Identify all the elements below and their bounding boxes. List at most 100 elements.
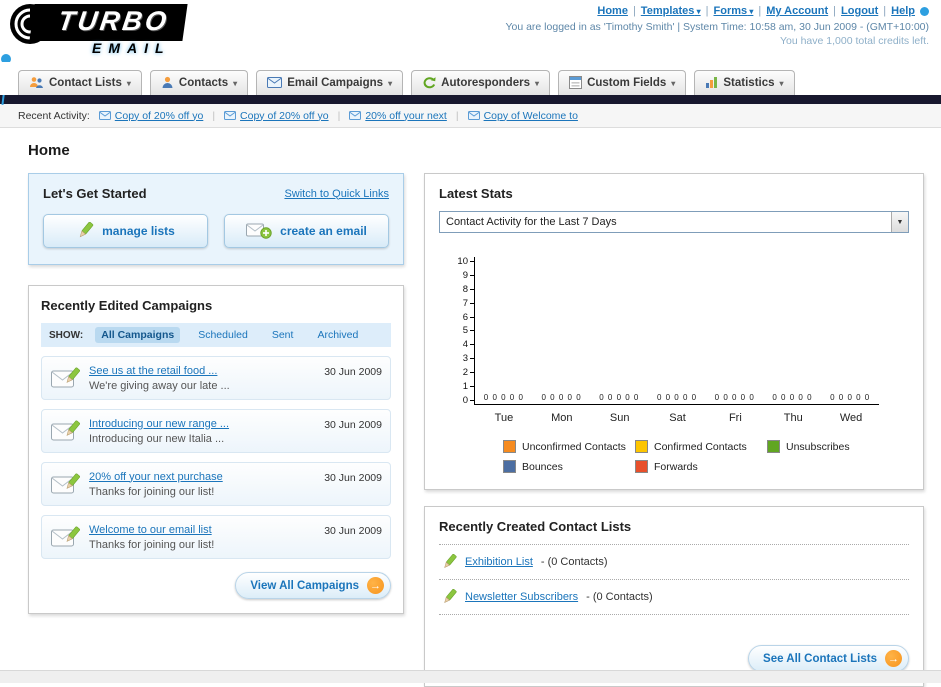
campaign-row: 20% off your next purchase Thanks for jo… <box>41 462 391 506</box>
see-all-contact-lists-label: See All Contact Lists <box>763 652 877 665</box>
header: TURBO EMAIL Home Templates Forms My Acco… <box>0 0 941 105</box>
tab-statistics[interactable]: Statistics <box>694 70 795 95</box>
contact-list-link[interactable]: Newsletter Subscribers <box>465 591 578 603</box>
manage-lists-button[interactable]: manage lists <box>43 214 208 248</box>
envelope-icon <box>98 111 111 120</box>
chevron-down-icon <box>535 77 539 89</box>
legend-label: Forwards <box>654 460 698 473</box>
statistics-icon <box>705 76 718 89</box>
see-all-contact-lists-button[interactable]: See All Contact Lists → <box>748 645 909 672</box>
legend-label: Confirmed Contacts <box>654 440 747 453</box>
bar-value-group: 0 0 0 0 0 <box>599 393 640 402</box>
recent-activity-item[interactable]: 20% off your next <box>349 110 447 122</box>
chevron-down-icon <box>780 77 784 89</box>
campaign-title-link[interactable]: 20% off your next purchase <box>89 471 223 483</box>
view-all-campaigns-label: View All Campaigns <box>250 579 359 592</box>
credits-info: You have 1,000 total credits left. <box>779 35 929 47</box>
nav-divider-bar <box>0 95 941 104</box>
legend-swatch <box>635 440 648 453</box>
campaign-date: 30 Jun 2009 <box>324 419 382 431</box>
bar-value-group: 0 0 0 0 0 <box>656 393 698 402</box>
y-tick: 7 <box>463 298 474 308</box>
y-tick: 9 <box>463 271 474 281</box>
recent-activity-item[interactable]: Copy of Welcome to <box>467 109 578 122</box>
envelope-icon <box>467 111 480 120</box>
recent-activity-item[interactable]: Copy of 20% off yo <box>224 110 329 122</box>
contact-list-count: - (0 Contacts) <box>540 556 608 568</box>
x-tick: Sun <box>609 412 630 424</box>
filter-scheduled[interactable]: Scheduled <box>192 327 254 343</box>
recent-activity-text: Copy of Welcome to <box>483 109 578 122</box>
chart-bar-values: 0 0 0 0 0 0 0 0 0 0 0 0 0 0 0 0 0 0 0 0 … <box>475 393 879 402</box>
tab-autoresponders[interactable]: Autoresponders <box>411 70 550 95</box>
tab-custom-fields[interactable]: Custom Fields <box>558 70 687 95</box>
campaign-row: See us at the retail food ... We're givi… <box>41 356 391 400</box>
tab-label: Contacts <box>178 76 229 89</box>
tab-label: Statistics <box>723 76 775 89</box>
y-tick: 1 <box>463 382 474 392</box>
filter-archived[interactable]: Archived <box>311 327 364 343</box>
contact-lists-title: Recently Created Contact Lists <box>439 519 632 534</box>
tab-label: Autoresponders <box>441 76 530 89</box>
chevron-down-icon <box>233 77 237 89</box>
campaign-date: 30 Jun 2009 <box>324 472 382 484</box>
campaign-title-link[interactable]: See us at the retail food ... <box>89 365 217 377</box>
login-info: You are logged in as 'Timothy Smith' | S… <box>505 21 929 33</box>
legend-item: Unconfirmed Contacts <box>503 440 635 453</box>
campaign-subtitle: Introducing our new Italia ... <box>89 432 225 445</box>
switch-quick-links-link[interactable]: Switch to Quick Links <box>284 188 389 200</box>
envelope-pencil-icon <box>50 472 80 496</box>
top-link-forms[interactable]: Forms <box>714 5 754 17</box>
campaign-title-link[interactable]: Welcome to our email list <box>89 524 212 536</box>
legend-swatch <box>503 440 516 453</box>
top-link-logout[interactable]: Logout <box>841 5 878 17</box>
filter-sent[interactable]: Sent <box>266 327 300 343</box>
help-icon[interactable] <box>920 6 929 16</box>
campaign-subtitle: Thanks for joining our list! <box>89 485 215 498</box>
recent-contact-lists-panel: Recently Created Contact Lists Exhibitio <box>424 506 924 687</box>
tab-contact-lists[interactable]: Contact Lists <box>18 70 142 95</box>
tab-email-campaigns[interactable]: Email Campaigns <box>256 70 404 95</box>
bar-value-group: 0 0 0 0 0 <box>714 393 755 402</box>
campaign-date: 30 Jun 2009 <box>324 366 382 378</box>
recent-activity-bar: Recent Activity: Copy of 20% off yo Copy… <box>0 104 941 128</box>
recent-activity-text: Copy of 20% off yo <box>114 109 204 122</box>
campaign-text: Welcome to our email list Thanks for joi… <box>89 524 315 551</box>
manage-lists-label: manage lists <box>102 224 175 238</box>
y-tick: 2 <box>463 368 474 378</box>
tab-contacts[interactable]: Contacts <box>149 70 249 95</box>
y-tick: 3 <box>463 354 474 364</box>
legend-swatch <box>503 460 516 473</box>
separator <box>456 110 459 122</box>
top-link-templates[interactable]: Templates <box>641 5 701 17</box>
contact-lists-items: Exhibition List - (0 Contacts) Newslette… <box>439 544 909 615</box>
chevron-down-icon: ▼ <box>891 212 908 232</box>
pencil-icon <box>76 222 94 240</box>
create-email-button[interactable]: create an email <box>224 214 389 248</box>
email-campaigns-icon <box>267 77 283 88</box>
top-link-help[interactable]: Help <box>891 5 915 17</box>
bar-value-group: 0 0 0 0 0 <box>541 393 582 402</box>
create-email-label: create an email <box>280 224 367 238</box>
top-link-home[interactable]: Home <box>597 5 628 17</box>
chart-y-axis: 10 9 8 7 6 5 4 3 2 1 0 <box>451 257 474 405</box>
campaigns-panel-title: Recently Edited Campaigns <box>41 298 213 313</box>
header-right: Home Templates Forms My Account Logout H… <box>505 5 929 47</box>
y-tick: 4 <box>463 340 474 350</box>
contact-list-link[interactable]: Exhibition List <box>465 556 533 568</box>
contact-lists-icon <box>29 76 44 89</box>
legend-swatch <box>635 460 648 473</box>
chevron-down-icon <box>127 77 131 89</box>
x-tick: Sat <box>669 412 686 424</box>
filter-all-campaigns[interactable]: All Campaigns <box>95 327 181 343</box>
campaign-title-link[interactable]: Introducing our new range ... <box>89 418 229 430</box>
autoresponders-icon <box>422 76 436 89</box>
view-all-campaigns-button[interactable]: View All Campaigns → <box>235 572 391 599</box>
recent-activity-item[interactable]: Copy of 20% off yo <box>98 109 204 122</box>
top-link-my-account[interactable]: My Account <box>766 5 828 17</box>
arrow-right-icon: → <box>885 650 902 667</box>
logo: TURBO EMAIL <box>6 2 286 60</box>
legend-label: Unsubscribes <box>786 440 850 453</box>
stats-period-select[interactable]: Contact Activity for the Last 7 Days ▼ <box>439 211 909 233</box>
left-column: Let's Get Started Switch to Quick Links <box>28 173 404 614</box>
